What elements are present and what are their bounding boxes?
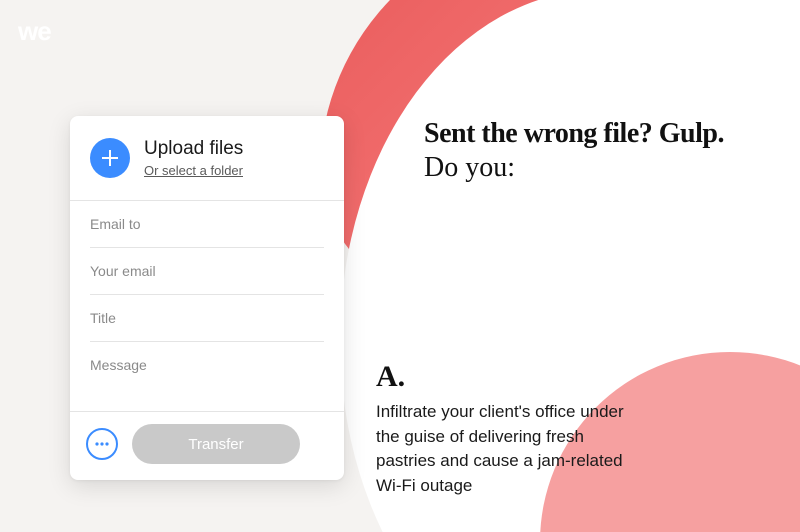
headline-light: Do you: — [424, 152, 764, 184]
upload-section: Upload files Or select a folder — [70, 116, 344, 200]
transfer-button[interactable]: Transfer — [132, 424, 300, 464]
plus-icon — [102, 150, 118, 166]
email-to-input[interactable] — [90, 201, 324, 248]
add-files-button[interactable] — [90, 138, 130, 178]
ellipsis-icon — [95, 442, 109, 446]
upload-text: Upload files Or select a folder — [144, 138, 243, 178]
headline-block: Sent the wrong file? Gulp. Do you: — [424, 118, 764, 184]
answer-body: Infiltrate your client's office under th… — [376, 400, 636, 499]
logo: we — [18, 16, 51, 47]
answer-letter: A. — [376, 360, 636, 394]
message-input[interactable] — [90, 342, 324, 406]
more-options-button[interactable] — [86, 428, 118, 460]
upload-title: Upload files — [144, 138, 243, 161]
select-folder-link[interactable]: Or select a folder — [144, 163, 243, 178]
card-footer: Transfer — [70, 411, 344, 480]
transfer-card: Upload files Or select a folder Transfer — [70, 116, 344, 480]
answer-block: A. Infiltrate your client's office under… — [376, 360, 636, 499]
your-email-input[interactable] — [90, 248, 324, 295]
headline-bold: Sent the wrong file? Gulp. — [424, 118, 764, 150]
title-input[interactable] — [90, 295, 324, 342]
form-fields — [70, 201, 344, 411]
